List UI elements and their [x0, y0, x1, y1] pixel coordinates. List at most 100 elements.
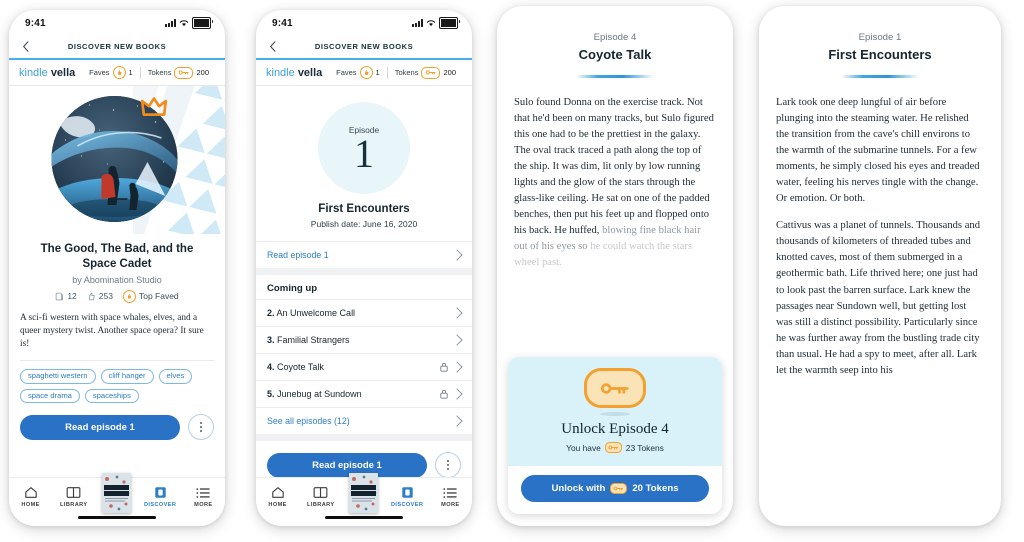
- reader-episode-title: First Encounters: [828, 47, 932, 62]
- see-all-episodes-link: See all episodes (12): [267, 416, 350, 426]
- big-key-icon: [584, 368, 646, 408]
- episodes-stat: 12: [55, 291, 77, 301]
- faves-value: 1: [375, 68, 380, 77]
- unlock-button-wrap: Unlock with 20 Tokens: [508, 466, 722, 514]
- list-item[interactable]: 2. An Unwelcome Call: [256, 299, 472, 326]
- episode-row-number: 5.: [267, 389, 275, 399]
- lock-icon: [440, 362, 448, 372]
- read-episode-link-row[interactable]: Read episode 1: [256, 241, 472, 268]
- tag-chip[interactable]: elves: [158, 369, 193, 384]
- home-icon: [24, 484, 38, 499]
- chevron-right-icon: [451, 307, 463, 319]
- tag-chip[interactable]: spaghetti western: [20, 369, 96, 384]
- fave-badge-icon: [112, 66, 126, 79]
- episode-row-number: 4.: [267, 362, 275, 372]
- tab-library[interactable]: LIBRARY: [55, 484, 93, 508]
- tokens-meter[interactable]: Tokens 200: [139, 66, 216, 79]
- tab-library[interactable]: LIBRARY: [302, 484, 340, 508]
- tab-home-label: HOME: [268, 502, 287, 508]
- book-byline: by Abomination Studio: [72, 274, 162, 285]
- phone-reader-open: Episode 1 First Encounters Lark took one…: [759, 6, 1001, 526]
- row-accessories: [451, 307, 463, 319]
- fave-badge-icon: [359, 66, 373, 79]
- list-item[interactable]: 3. Familial Strangers: [256, 326, 472, 353]
- crown-badge-icon: [140, 97, 168, 116]
- reader-episode-label: Episode 1: [858, 32, 902, 43]
- discover-icon: [401, 484, 414, 499]
- tab-discover[interactable]: DISCOVER: [141, 484, 179, 508]
- chevron-right-icon: [451, 249, 463, 261]
- tab-discover-label: DISCOVER: [143, 502, 177, 508]
- tag-chip[interactable]: cliff hanger: [100, 369, 154, 384]
- unlock-card: Unlock Episode 4 You have 23 Tokens Unlo…: [508, 357, 722, 514]
- brand-vella: vella: [50, 66, 76, 79]
- tokens-value: 200: [196, 68, 209, 77]
- nav-title: DISCOVER NEW BOOKS: [67, 41, 167, 51]
- episodes-icon: [56, 292, 64, 301]
- read-episode-button[interactable]: Read episode 1: [20, 414, 180, 440]
- tab-home[interactable]: HOME: [259, 484, 297, 508]
- featured-book-tab[interactable]: [345, 473, 383, 513]
- balance-prefix: You have: [566, 442, 601, 453]
- brand-vella: vella: [297, 66, 323, 79]
- faves-meter[interactable]: Faves 1: [329, 66, 387, 79]
- vella-header: kindle vella Faves 1 Tokens 200: [9, 60, 225, 86]
- chevron-right-icon: [451, 361, 463, 373]
- signal-bars-icon: [165, 19, 176, 27]
- faves-label: Faves: [336, 68, 357, 77]
- thumbs-up-icon: [88, 292, 95, 301]
- status-icons: [165, 17, 213, 29]
- tab-more[interactable]: MORE: [431, 484, 469, 508]
- nav-bar: DISCOVER NEW BOOKS: [256, 34, 472, 58]
- tag-list: spaghetti western cliff hanger elves spa…: [20, 369, 214, 404]
- reader-paragraph: Cattivus was a planet of tunnels. Thousa…: [776, 220, 980, 376]
- tag-chip[interactable]: space drama: [20, 388, 80, 404]
- reader-paragraph: Lark took one deep lungful of air before…: [776, 96, 980, 205]
- tokens-meter[interactable]: Tokens 200: [386, 66, 463, 79]
- tab-home[interactable]: HOME: [12, 484, 50, 508]
- read-episode-button[interactable]: Read episode 1: [267, 452, 427, 478]
- wifi-icon: [179, 20, 189, 27]
- feather-thief-cover: [102, 473, 132, 513]
- section-gap: [256, 434, 472, 441]
- kebab-menu-icon[interactable]: [435, 452, 461, 478]
- more-list-icon: [443, 484, 457, 499]
- account-meters: Faves 1 Tokens 200: [82, 66, 216, 79]
- lock-icon: [440, 389, 448, 399]
- tab-more[interactable]: MORE: [184, 484, 222, 508]
- reader-episode-title: Coyote Talk: [578, 47, 652, 62]
- featured-book-tab[interactable]: [98, 473, 136, 513]
- tokens-value: 200: [443, 68, 456, 77]
- feather-thief-cover: [349, 473, 379, 513]
- token-key-icon: [604, 442, 622, 453]
- faves-meter[interactable]: Faves 1: [82, 66, 140, 79]
- token-balance: You have 23 Tokens: [518, 442, 712, 453]
- battery-icon: [192, 17, 213, 29]
- book-stats-row: 12 253 Top Faved: [9, 289, 225, 303]
- wifi-icon: [426, 20, 436, 27]
- tab-discover[interactable]: DISCOVER: [388, 484, 426, 508]
- vella-header: kindle vella Faves 1 Tokens 200: [256, 60, 472, 86]
- tab-list: HOME LIBRARY DISCOVER MORE: [9, 473, 225, 518]
- read-episode-link: Read episode 1: [267, 250, 329, 260]
- see-all-episodes-row[interactable]: See all episodes (12): [256, 407, 472, 434]
- tokens-label: Tokens: [147, 68, 172, 77]
- home-icon: [271, 484, 285, 499]
- brand-kindle: kindle: [266, 66, 295, 79]
- unlock-with-tokens-button[interactable]: Unlock with 20 Tokens: [521, 475, 709, 502]
- kebab-menu-icon[interactable]: [188, 414, 214, 441]
- status-icons: [412, 17, 460, 29]
- token-key-icon: [421, 66, 441, 79]
- episode-number: 1: [354, 131, 374, 177]
- section-gap: [256, 268, 472, 275]
- book-blurb: A sci-fi western with space whales, elve…: [20, 312, 204, 350]
- nav-bar: DISCOVER NEW BOOKS: [9, 34, 225, 58]
- reader-body: Episode 1 First Encounters Lark took one…: [759, 6, 1001, 379]
- episode-row-label: 4. Coyote Talk: [267, 362, 324, 372]
- list-item[interactable]: 5. Junebug at Sundown: [256, 380, 472, 407]
- list-item[interactable]: 4. Coyote Talk: [256, 353, 472, 380]
- reader-text: Lark took one deep lungful of air before…: [776, 95, 984, 380]
- tag-chip[interactable]: spaceships: [84, 388, 139, 404]
- status-clock: 9:41: [25, 17, 46, 29]
- episode-row-title: Coyote Talk: [277, 362, 324, 372]
